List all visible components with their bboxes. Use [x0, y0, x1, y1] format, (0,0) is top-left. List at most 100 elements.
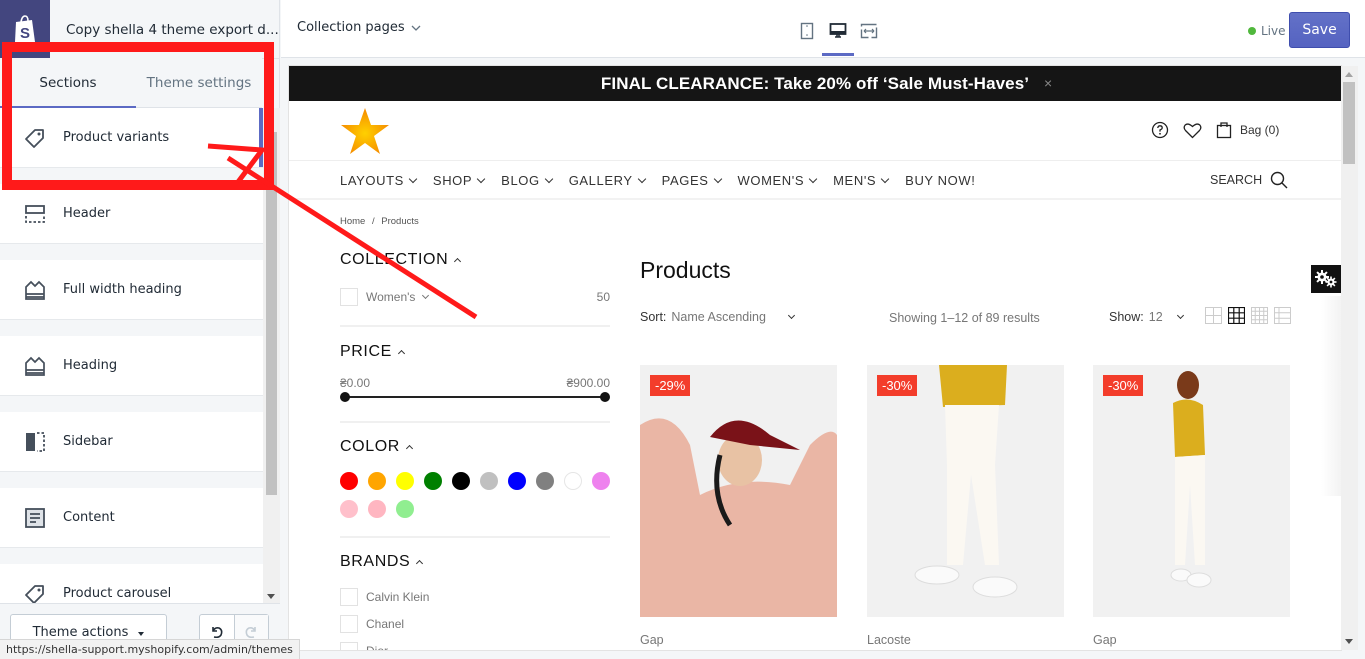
brand-option[interactable]: Dior [340, 642, 610, 650]
section-label: Content [63, 510, 115, 525]
chevron-down-icon [787, 311, 795, 319]
brand-option[interactable]: Calvin Klein [340, 588, 610, 606]
color-swatch[interactable] [564, 472, 582, 490]
nav-blog[interactable]: BLOG [501, 173, 553, 188]
breadcrumb-home[interactable]: Home [340, 216, 365, 227]
product-name[interactable]: Lacoste [867, 633, 1064, 647]
price-max: ₴900.00 [566, 376, 610, 390]
page-type-select[interactable]: Collection pages [297, 20, 421, 35]
bag-button[interactable]: Bag (0) [1216, 121, 1279, 139]
nav-womens[interactable]: WOMEN'S [738, 173, 818, 188]
tab-sections[interactable]: Sections [0, 58, 136, 109]
discount-badge: -30% [877, 375, 918, 396]
product-photo [1093, 365, 1290, 617]
price-slider[interactable] [340, 392, 610, 402]
close-icon[interactable]: × [1044, 75, 1052, 91]
product-image[interactable]: -29% [640, 365, 837, 617]
product-card[interactable]: -30% Gap [1093, 365, 1290, 647]
color-swatch[interactable] [508, 472, 526, 490]
search-button[interactable]: SEARCH [1210, 171, 1288, 189]
product-name[interactable]: Gap [640, 633, 837, 647]
section-item-content[interactable]: Content [0, 488, 263, 548]
product-photo [867, 365, 1064, 617]
svg-text:S: S [20, 25, 30, 42]
section-item-product-carousel[interactable]: Product carousel [0, 564, 263, 603]
shadow-overlay [1321, 296, 1341, 496]
show-label: Show: [1109, 310, 1144, 324]
option-label: Calvin Klein [366, 590, 430, 604]
nav-label: BUY NOW! [905, 173, 976, 188]
collection-option-womens[interactable]: Women's 50 [340, 288, 610, 306]
fullwidth-view-button[interactable] [858, 20, 880, 42]
live-status: Live [1248, 24, 1286, 38]
chevron-down-icon [476, 174, 486, 183]
color-swatch[interactable] [592, 472, 610, 490]
grid-4-icon[interactable] [1251, 307, 1268, 324]
scrollbar-thumb[interactable] [266, 132, 277, 495]
shopify-bag-icon: S [15, 15, 35, 42]
grid-3-icon[interactable] [1228, 307, 1245, 324]
heart-icon[interactable] [1183, 122, 1202, 139]
show-per-page-select[interactable]: Show: 12 [1109, 310, 1184, 324]
chevron-down-icon [408, 174, 418, 183]
color-swatch[interactable] [536, 472, 554, 490]
preview-scrollbar[interactable] [1341, 66, 1358, 650]
product-card[interactable]: -29% Gap [640, 365, 837, 647]
color-swatch[interactable] [340, 500, 358, 518]
price-slider-min-handle[interactable] [340, 392, 350, 402]
color-swatch[interactable] [396, 472, 414, 490]
tab-theme-settings[interactable]: Theme settings [136, 58, 262, 108]
help-icon[interactable] [1151, 121, 1169, 139]
filter-title: PRICE [340, 343, 392, 360]
checkbox[interactable] [340, 288, 358, 306]
checkbox[interactable] [340, 615, 358, 633]
color-swatch[interactable] [340, 472, 358, 490]
product-image[interactable]: -30% [867, 365, 1064, 617]
brand-option[interactable]: Chanel [340, 615, 610, 633]
scroll-down-arrow-icon[interactable] [1345, 639, 1353, 644]
color-swatch[interactable] [424, 472, 442, 490]
color-filter-toggle[interactable]: COLOR [340, 438, 413, 456]
price-filter-toggle[interactable]: PRICE [340, 343, 405, 361]
mobile-view-button[interactable] [796, 20, 818, 42]
nav-shop[interactable]: SHOP [433, 173, 486, 188]
product-card[interactable]: -30% Lacoste [867, 365, 1064, 647]
store-logo-star-icon[interactable] [339, 106, 391, 156]
collection-filter-toggle[interactable]: COLLECTION [340, 251, 462, 269]
list-view-icon[interactable] [1274, 307, 1291, 324]
checkbox[interactable] [340, 588, 358, 606]
price-slider-max-handle[interactable] [600, 392, 610, 402]
section-item-full-width-heading[interactable]: Full width heading [0, 260, 263, 320]
checkbox[interactable] [340, 642, 358, 650]
nav-layouts[interactable]: LAYOUTS [340, 173, 418, 188]
settings-panel-toggle[interactable] [1311, 265, 1341, 293]
theme-actions-label: Theme actions [32, 624, 129, 640]
color-swatch[interactable] [480, 472, 498, 490]
desktop-view-button[interactable] [822, 20, 854, 56]
nav-gallery[interactable]: GALLERY [569, 173, 646, 188]
section-item-sidebar[interactable]: Sidebar [0, 412, 263, 472]
brands-filter-toggle[interactable]: BRANDS [340, 553, 424, 571]
nav-mens[interactable]: MEN'S [833, 173, 890, 188]
sort-select[interactable]: Sort: Name Ascending [640, 310, 795, 324]
section-item-product-variants[interactable]: Product variants [0, 108, 263, 168]
scroll-down-arrow-icon[interactable] [267, 594, 275, 599]
color-swatch[interactable] [368, 500, 386, 518]
shopify-logo[interactable]: S [0, 0, 50, 58]
color-swatch[interactable] [396, 500, 414, 518]
scrollbar-thumb[interactable] [1343, 82, 1355, 164]
content-icon [23, 506, 47, 530]
save-button[interactable]: Save [1289, 12, 1350, 48]
color-swatch[interactable] [368, 472, 386, 490]
product-name[interactable]: Gap [1093, 633, 1290, 647]
product-image[interactable]: -30% [1093, 365, 1290, 617]
section-item-header[interactable]: Header [0, 184, 263, 244]
nav-pages[interactable]: PAGES [662, 173, 722, 188]
color-swatch[interactable] [452, 472, 470, 490]
scroll-up-arrow-icon[interactable] [1345, 72, 1353, 77]
section-label: Sidebar [63, 434, 113, 449]
nav-buy-now[interactable]: BUY NOW! [905, 173, 975, 188]
section-item-heading[interactable]: Heading [0, 336, 263, 396]
grid-2-icon[interactable] [1205, 307, 1222, 324]
sidebar-scrollbar[interactable] [263, 108, 280, 603]
